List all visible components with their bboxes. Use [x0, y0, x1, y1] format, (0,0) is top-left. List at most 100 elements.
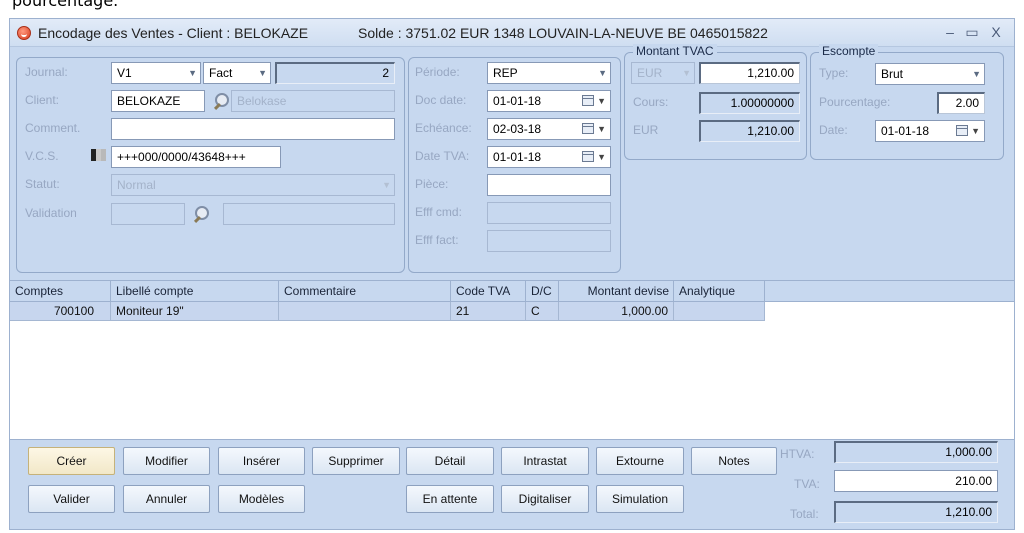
- templates-button[interactable]: Modèles: [218, 485, 305, 513]
- periode-select[interactable]: REP ▼: [487, 62, 611, 84]
- calendar-icon: [582, 95, 594, 106]
- cell-commentaire[interactable]: [279, 302, 451, 321]
- tva-label: TVA:: [794, 477, 820, 491]
- eur-label: EUR: [633, 123, 659, 137]
- pourcentage-label: Pourcentage:: [819, 95, 891, 109]
- title-bar[interactable]: Encodage des Ventes - Client : BELOKAZE …: [10, 19, 1014, 47]
- client-label: Client:: [25, 93, 60, 107]
- cours-label: Cours:: [633, 95, 669, 109]
- header-group: Journal: V1 ▼ Fact ▼ 2 Client: BELOKAZE Be…: [16, 57, 405, 273]
- journal-select[interactable]: V1 ▼: [111, 62, 201, 84]
- efff-cmd-field: [487, 202, 611, 224]
- statut-label: Statut:: [25, 177, 60, 191]
- total-label: Total:: [790, 507, 819, 521]
- validation-search-icon[interactable]: [193, 206, 209, 222]
- cut-off-text: pourcentage.: [12, 0, 119, 10]
- create-button[interactable]: Créer: [28, 447, 115, 475]
- intrastat-button[interactable]: Intrastat: [501, 447, 589, 475]
- escompte-title: Escompte: [819, 44, 879, 58]
- validation-label: Validation: [25, 206, 77, 220]
- montant-tvac-title: Montant TVAC: [633, 44, 717, 58]
- vcs-field[interactable]: +++000/0000/43648+++: [111, 146, 281, 168]
- echeance-date-picker[interactable]: 02-03-18 ▼: [487, 118, 611, 140]
- comment-field[interactable]: [111, 118, 395, 140]
- efff-fact-label: Efff fact:: [415, 233, 459, 247]
- doc-date-picker[interactable]: 01-01-18 ▼: [487, 90, 611, 112]
- client-name-field: Belokase: [231, 90, 395, 112]
- escompte-type-label: Type:: [819, 66, 849, 80]
- comment-label: Comment.: [25, 121, 81, 135]
- date-tva-picker[interactable]: 01-01-18 ▼: [487, 146, 611, 168]
- on-hold-button[interactable]: En attente: [406, 485, 494, 513]
- detail-button[interactable]: Détail: [406, 447, 494, 475]
- digitize-button[interactable]: Digitaliser: [501, 485, 589, 513]
- validation-field: [111, 203, 185, 225]
- efff-cmd-label: Efff cmd:: [415, 205, 462, 219]
- piece-field[interactable]: [487, 174, 611, 196]
- cell-dc[interactable]: C: [526, 302, 559, 321]
- montant-tvac-group: Montant TVAC EUR ▼ 1,210.00 Cours: 1.0000…: [624, 44, 807, 160]
- cell-code-tva[interactable]: 21: [451, 302, 526, 321]
- cell-compte[interactable]: 700100: [10, 302, 111, 321]
- journal-label: Journal:: [25, 65, 68, 79]
- statut-select: Normal ▼: [111, 174, 395, 196]
- column-header-libelle[interactable]: Libellé compte: [111, 281, 279, 302]
- table-header: Comptes Libellé compte Commentaire Code …: [10, 281, 765, 302]
- piece-label: Pièce:: [415, 177, 449, 191]
- column-header-comptes[interactable]: Comptes: [10, 281, 111, 302]
- notes-button[interactable]: Notes: [691, 447, 777, 475]
- eur-amount-field: 1,210.00: [699, 120, 800, 142]
- window-title: Encodage des Ventes - Client : BELOKAZE: [38, 25, 309, 41]
- column-header-commentaire[interactable]: Commentaire: [279, 281, 451, 302]
- cell-libelle[interactable]: Moniteur 19": [111, 302, 279, 321]
- escompte-type-select[interactable]: Brut ▼: [875, 63, 985, 85]
- cell-analytique[interactable]: [674, 302, 765, 321]
- cours-field: 1.00000000: [699, 92, 800, 114]
- belgium-flag-icon: [91, 149, 107, 161]
- minimize-icon[interactable]: –: [940, 23, 960, 41]
- echeance-label: Echéance:: [415, 121, 472, 135]
- vcs-label: V.C.S.: [25, 149, 59, 163]
- validation-detail-field: [223, 203, 395, 225]
- client-balance-info: Solde : 3751.02 EUR 1348 LOUVAIN-LA-NEUV…: [358, 25, 768, 41]
- escompte-date-label: Date:: [819, 123, 848, 137]
- insert-button[interactable]: Insérer: [218, 447, 305, 475]
- client-code-field[interactable]: BELOKAZE: [111, 90, 205, 112]
- efff-fact-field: [487, 230, 611, 252]
- doc-date-label: Doc date:: [415, 93, 467, 107]
- pourcentage-field[interactable]: 2.00: [937, 92, 985, 114]
- column-header-code-tva[interactable]: Code TVA: [451, 281, 526, 302]
- currency-select: EUR ▼: [631, 62, 695, 84]
- dates-group: Période: REP ▼ Doc date: 01-01-18 ▼ Echéan…: [408, 57, 621, 273]
- cancel-button[interactable]: Annuler: [123, 485, 210, 513]
- calendar-icon: [582, 123, 594, 134]
- cell-montant-devise[interactable]: 1,000.00: [559, 302, 674, 321]
- validate-button[interactable]: Valider: [28, 485, 115, 513]
- simulation-button[interactable]: Simulation: [596, 485, 684, 513]
- column-header-analytique[interactable]: Analytique: [674, 281, 765, 302]
- htva-label: HTVA:: [780, 447, 815, 461]
- tva-total-field[interactable]: 210.00: [834, 470, 998, 492]
- grand-total-field: 1,210.00: [834, 501, 998, 523]
- maximize-icon[interactable]: ▭: [962, 23, 982, 41]
- document-number-field[interactable]: 2: [275, 62, 395, 84]
- document-type-select[interactable]: Fact ▼: [203, 62, 271, 84]
- table-row[interactable]: 700100 Moniteur 19" 21 C 1,000.00: [10, 302, 765, 321]
- close-icon[interactable]: X: [986, 23, 1006, 41]
- app-icon: [17, 26, 31, 40]
- calendar-icon: [582, 151, 594, 162]
- calendar-icon: [956, 125, 968, 136]
- date-tva-label: Date TVA:: [415, 149, 470, 163]
- escompte-date-picker[interactable]: 01-01-18 ▼: [875, 120, 985, 142]
- sales-entry-window: Encodage des Ventes - Client : BELOKAZE …: [9, 18, 1015, 530]
- modify-button[interactable]: Modifier: [123, 447, 210, 475]
- htva-total-field: 1,000.00: [834, 441, 998, 463]
- extourne-button[interactable]: Extourne: [596, 447, 684, 475]
- escompte-group: Escompte Type: Brut ▼ Pourcentage: 2.00 D…: [810, 44, 1004, 160]
- montant-tvac-field[interactable]: 1,210.00: [699, 62, 800, 84]
- delete-button[interactable]: Supprimer: [312, 447, 400, 475]
- column-header-dc[interactable]: D/C: [526, 281, 559, 302]
- accounts-table[interactable]: Comptes Libellé compte Commentaire Code …: [10, 280, 1014, 440]
- client-search-icon[interactable]: [213, 93, 229, 109]
- column-header-montant-devise[interactable]: Montant devise: [559, 281, 674, 302]
